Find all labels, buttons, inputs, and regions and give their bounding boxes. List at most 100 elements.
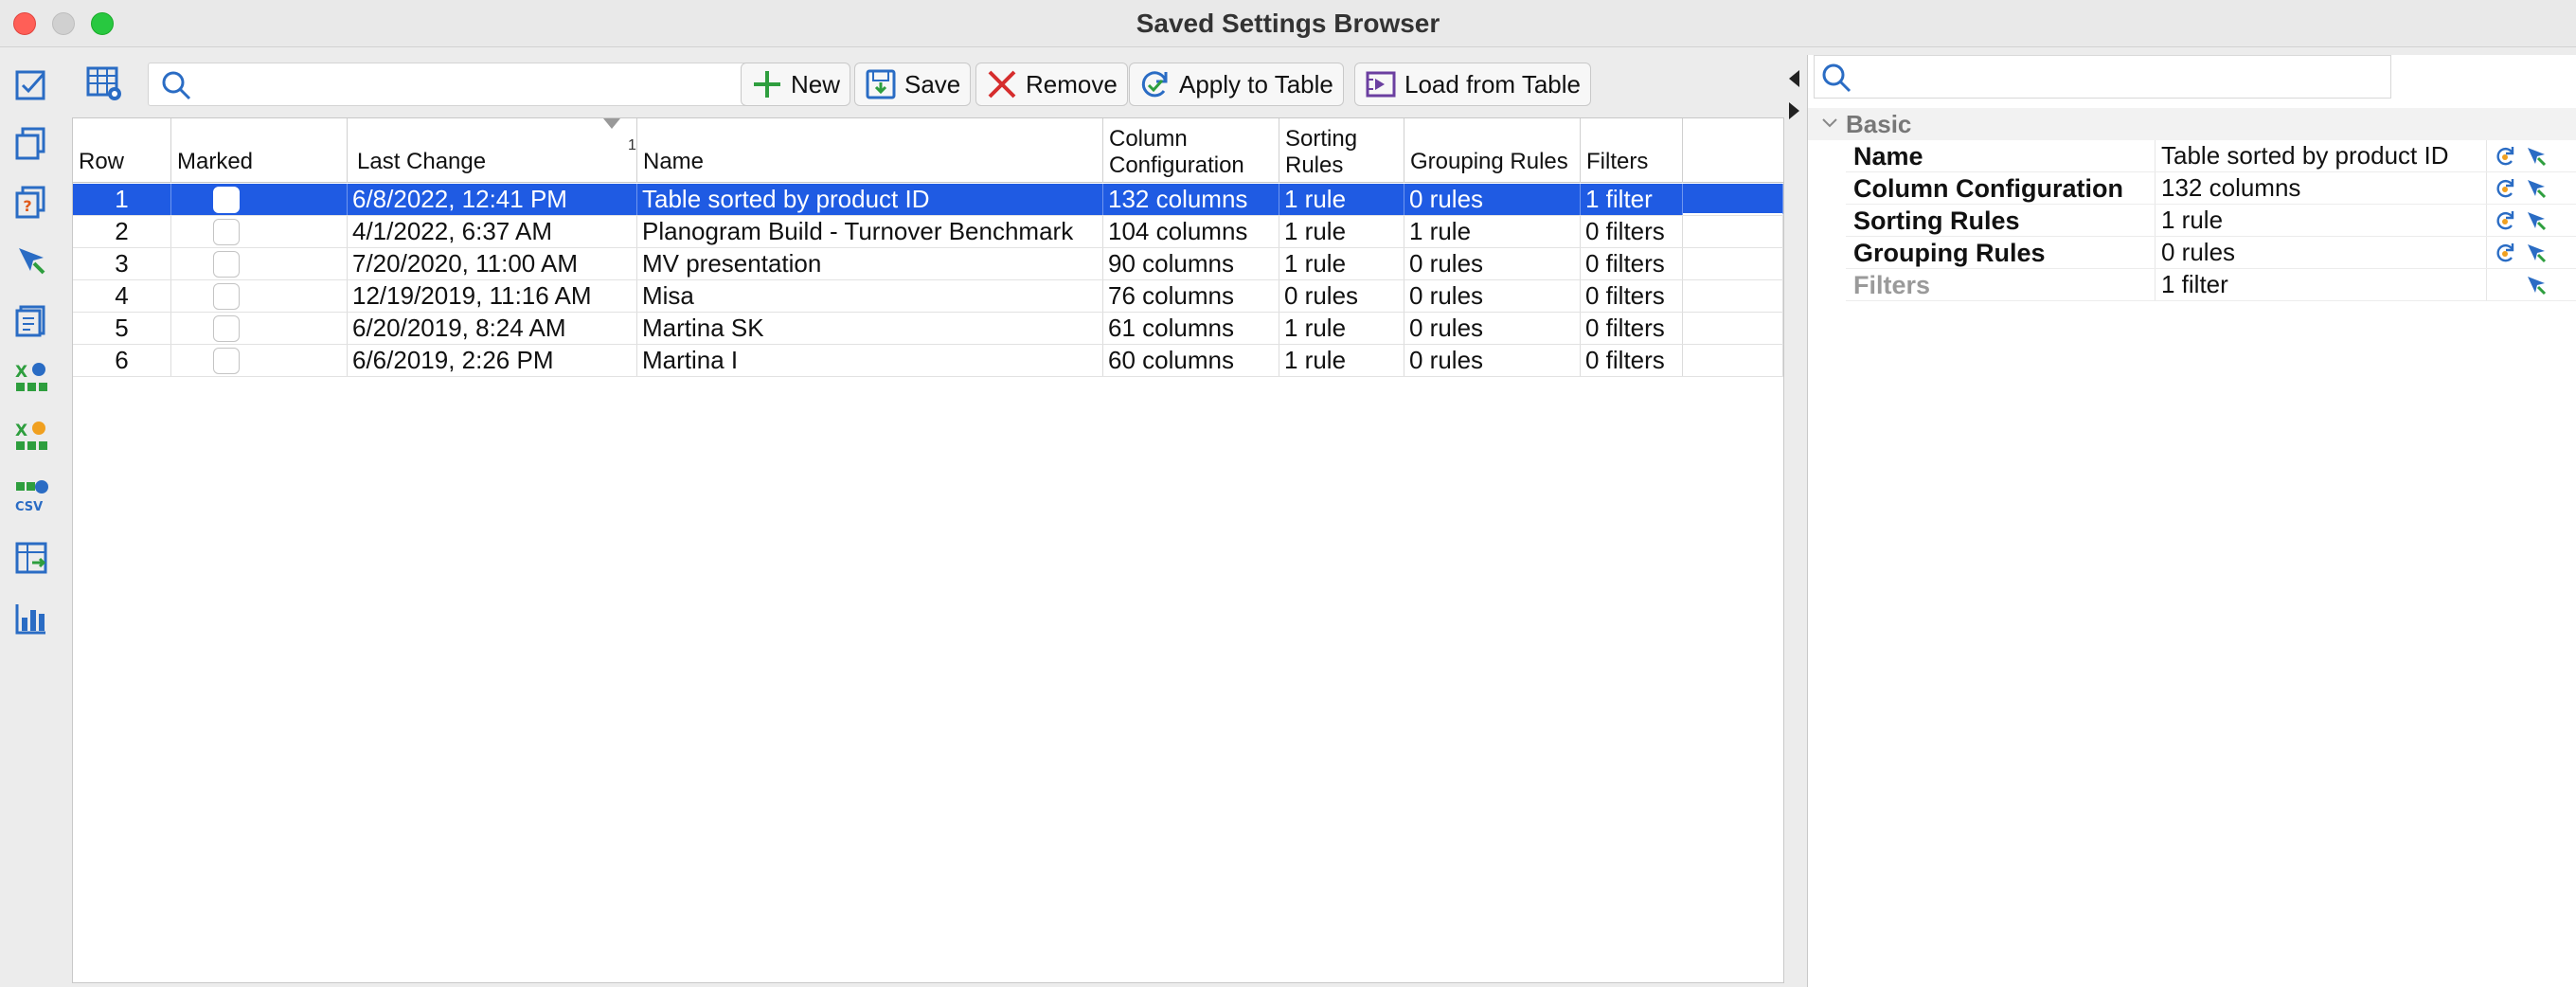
excel-import-icon[interactable]: X <box>13 360 49 396</box>
pointer-select-icon[interactable] <box>13 242 49 278</box>
header-label: Filters <box>1586 149 1649 174</box>
cell-grouping-rules: 0 rules <box>1404 345 1581 376</box>
excel-settings-icon[interactable]: X <box>13 419 49 455</box>
marked-checkbox[interactable] <box>213 187 240 213</box>
chevron-down-icon[interactable] <box>1821 115 1838 132</box>
reset-property-icon[interactable] <box>2494 208 2518 233</box>
properties-search-box[interactable] <box>1814 55 2391 99</box>
marked-checkbox[interactable] <box>213 315 240 342</box>
cell-filters: 0 filters <box>1581 248 1683 279</box>
cell-column-configuration: 90 columns <box>1103 248 1279 279</box>
property-row[interactable]: Column Configuration 132 columns <box>1846 172 2576 205</box>
property-row[interactable]: Grouping Rules 0 rules <box>1846 237 2576 269</box>
property-value[interactable]: Table sorted by product ID <box>2155 140 2486 171</box>
collapse-left-icon[interactable] <box>1789 70 1799 87</box>
table-search-input[interactable] <box>202 67 770 101</box>
window-title: Saved Settings Browser <box>1136 9 1440 38</box>
cell-sorting-rules: 0 rules <box>1279 280 1404 312</box>
cell-name: Table sorted by product ID <box>637 184 1103 215</box>
property-value[interactable]: 132 columns <box>2155 172 2486 204</box>
load-from-table-button[interactable]: Load from Table <box>1354 63 1591 106</box>
property-row[interactable]: Name Table sorted by product ID <box>1846 140 2576 172</box>
marked-checkbox[interactable] <box>213 283 240 310</box>
header-label-multiline: Sorting Rules <box>1285 126 1357 179</box>
cell-last-change: 6/8/2022, 12:41 PM <box>348 184 637 215</box>
apply-property-icon[interactable] <box>2524 208 2549 233</box>
cell-filler <box>1683 313 1783 344</box>
cell-last-change: 7/20/2020, 11:00 AM <box>348 248 637 279</box>
load-from-table-label: Load from Table <box>1404 69 1581 99</box>
cell-grouping-rules: 0 rules <box>1404 313 1581 344</box>
checklist-icon[interactable] <box>13 66 49 102</box>
cell-marked[interactable] <box>171 248 348 279</box>
column-header-last-change[interactable]: Last Change <box>348 118 637 183</box>
apply-property-icon[interactable] <box>2524 176 2549 201</box>
panel-splitter[interactable] <box>1784 57 1807 987</box>
properties-search-input[interactable] <box>1862 60 2383 94</box>
table-row[interactable]: 6 6/6/2019, 2:26 PM Martina I 60 columns 1 r… <box>73 345 1783 377</box>
column-header-name[interactable]: Name <box>637 118 1103 183</box>
table-row[interactable]: 5 6/20/2019, 8:24 AM Martina SK 61 columns 1… <box>73 313 1783 345</box>
column-header-column-configuration[interactable]: Column Configuration <box>1103 118 1279 183</box>
table-row[interactable]: 1 6/8/2022, 12:41 PM Table sorted by produ… <box>73 184 1783 216</box>
table-row[interactable]: 2 4/1/2022, 6:37 AM Planogram Build - Turn… <box>73 216 1783 248</box>
cell-last-change: 12/19/2019, 11:16 AM <box>348 280 637 312</box>
property-row[interactable]: Sorting Rules 1 rule <box>1846 205 2576 237</box>
search-icon <box>1822 63 1852 93</box>
column-header-marked[interactable]: Marked <box>171 118 348 183</box>
property-group-basic[interactable]: Basic <box>1808 108 2576 140</box>
apply-property-icon[interactable] <box>2524 273 2549 297</box>
cell-column-configuration: 60 columns <box>1103 345 1279 376</box>
column-header-sorting-rules[interactable]: Sorting Rules <box>1279 118 1404 183</box>
copy-icon[interactable] <box>13 125 49 161</box>
column-header-grouping-rules[interactable]: Grouping Rules <box>1404 118 1581 183</box>
property-value[interactable]: 1 rule <box>2155 205 2486 236</box>
table-transfer-icon[interactable] <box>13 540 49 576</box>
column-header-row[interactable]: Row <box>73 118 171 183</box>
apply-property-icon[interactable] <box>2524 144 2549 169</box>
new-button[interactable]: New <box>741 63 851 106</box>
help-document-icon[interactable]: ? <box>13 184 49 220</box>
property-value[interactable]: 0 rules <box>2155 237 2486 268</box>
cell-column-configuration: 104 columns <box>1103 216 1279 247</box>
property-name: Name <box>1853 142 1923 170</box>
csv-import-icon[interactable]: CSV <box>13 477 49 513</box>
marked-checkbox[interactable] <box>213 219 240 245</box>
cell-column-configuration: 61 columns <box>1103 313 1279 344</box>
table-search-box[interactable] <box>148 63 786 106</box>
cell-marked[interactable] <box>171 313 348 344</box>
header-label: Marked <box>177 149 254 174</box>
table-row[interactable]: 3 7/20/2020, 11:00 AM MV presentation 90 co… <box>73 248 1783 280</box>
cell-grouping-rules: 1 rule <box>1404 216 1581 247</box>
clipboard-icon[interactable] <box>13 301 49 337</box>
cell-marked[interactable] <box>171 216 348 247</box>
header-label-line: Sorting <box>1285 126 1358 152</box>
cell-marked[interactable] <box>171 345 348 376</box>
header-label-line: Column <box>1109 126 1188 152</box>
expand-right-icon[interactable] <box>1789 102 1799 119</box>
apply-to-table-button[interactable]: Apply to Table <box>1129 63 1344 106</box>
marked-checkbox[interactable] <box>213 348 240 374</box>
remove-button[interactable]: Remove <box>975 63 1128 106</box>
cell-marked[interactable] <box>171 184 348 215</box>
apply-to-table-label: Apply to Table <box>1179 69 1333 99</box>
cell-last-change: 6/20/2019, 8:24 AM <box>348 313 637 344</box>
cell-filters: 0 filters <box>1581 345 1683 376</box>
save-button[interactable]: Save <box>854 63 972 106</box>
svg-text:?: ? <box>23 197 31 215</box>
reset-property-icon[interactable] <box>2494 241 2518 265</box>
header-label: Row <box>79 149 125 174</box>
column-header-filters[interactable]: Filters <box>1581 118 1683 183</box>
table-row[interactable]: 4 12/19/2019, 11:16 AM Misa 76 columns 0 rul… <box>73 280 1783 313</box>
property-value[interactable]: 1 filter <box>2155 269 2486 300</box>
property-row[interactable]: Filters 1 filter <box>1846 269 2576 301</box>
cell-marked[interactable] <box>171 280 348 312</box>
reset-property-icon[interactable] <box>2494 144 2518 169</box>
marked-checkbox[interactable] <box>213 251 240 278</box>
table-settings-icon[interactable] <box>85 64 123 102</box>
svg-text:X: X <box>15 363 27 382</box>
reset-property-icon[interactable] <box>2494 176 2518 201</box>
cell-grouping-rules: 0 rules <box>1404 248 1581 279</box>
bar-chart-icon[interactable] <box>13 601 49 637</box>
apply-property-icon[interactable] <box>2524 241 2549 265</box>
